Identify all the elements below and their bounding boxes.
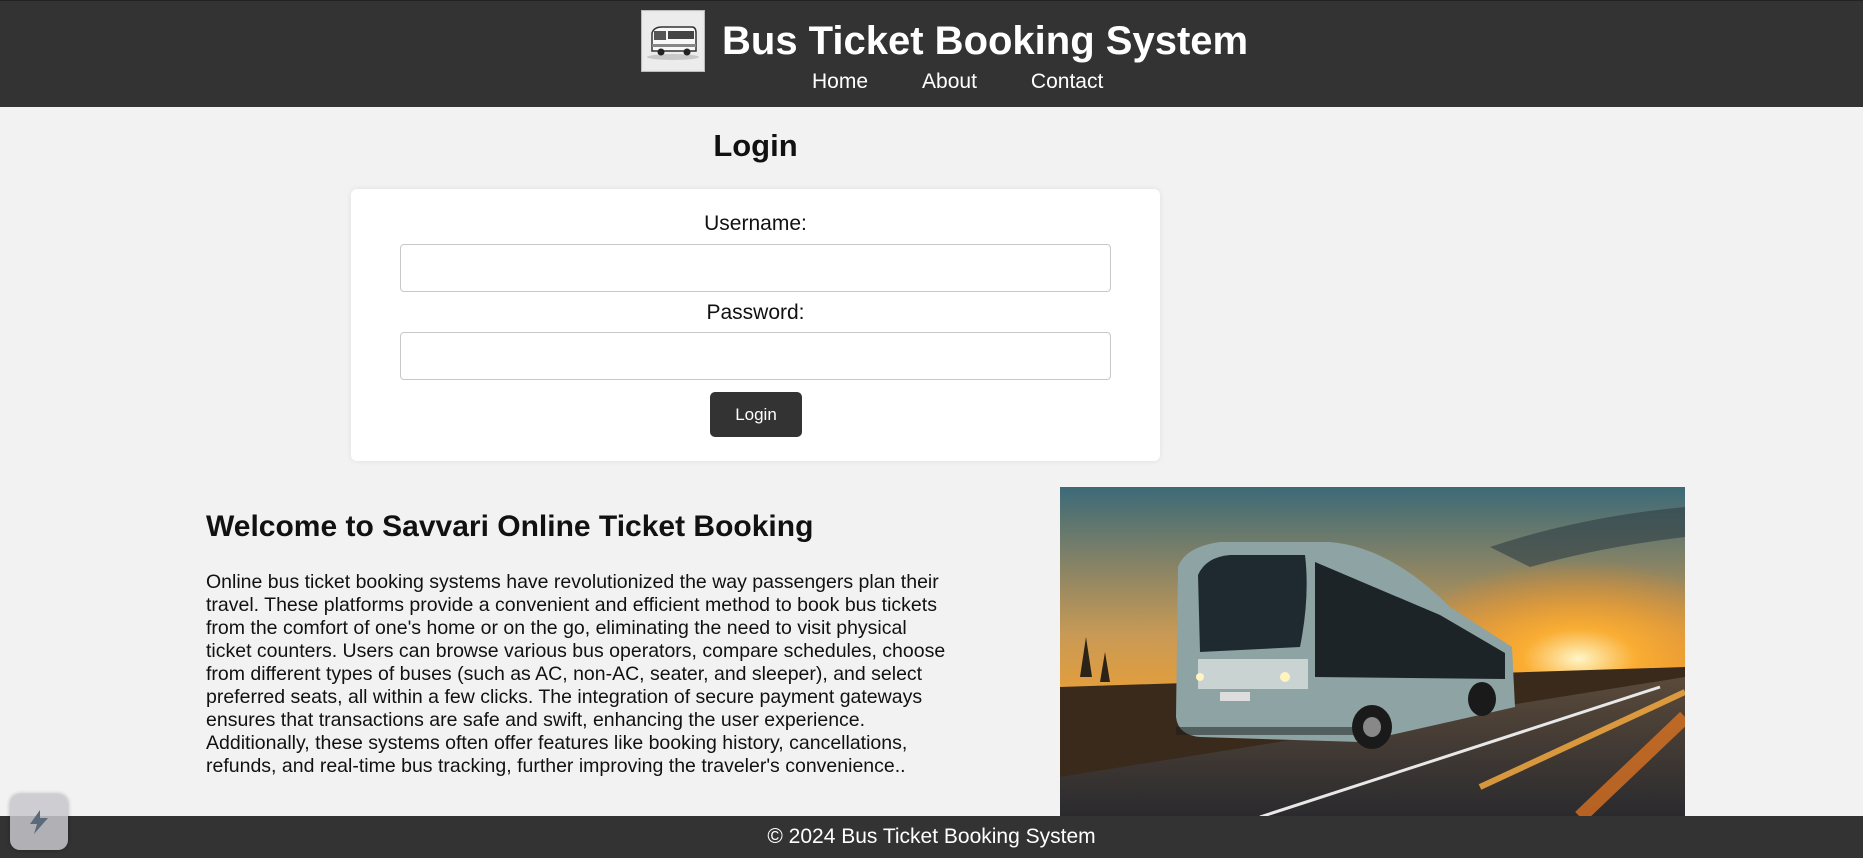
username-label: Username: [704,212,807,235]
brand: Bus Ticket Booking System [641,9,1248,73]
bus-logo-icon [641,10,705,72]
nav-contact-link[interactable]: Contact [1031,67,1103,97]
username-input[interactable] [400,244,1111,292]
site-header: Bus Ticket Booking System Home About Con… [0,0,1863,107]
main-nav: Home About Contact [785,67,1130,97]
password-input[interactable] [400,332,1111,380]
site-footer: © 2024 Bus Ticket Booking System [0,816,1863,858]
login-heading: Login [713,128,798,163]
footer-copyright: © 2024 Bus Ticket Booking System [767,825,1096,848]
welcome-title: Welcome to Savvari Online Ticket Booking [206,510,814,543]
nav-about-link[interactable]: About [922,67,977,97]
bus-sunset-photo [1060,487,1685,817]
site-title: Bus Ticket Booking System [722,19,1249,63]
login-form: Username: Password: Login [351,189,1160,461]
login-button[interactable]: Login [710,392,802,437]
floating-widget-icon[interactable] [10,794,68,850]
welcome-text: Online bus ticket booking systems have r… [206,571,946,777]
nav-home-link[interactable]: Home [812,67,868,97]
password-label: Password: [706,301,805,324]
